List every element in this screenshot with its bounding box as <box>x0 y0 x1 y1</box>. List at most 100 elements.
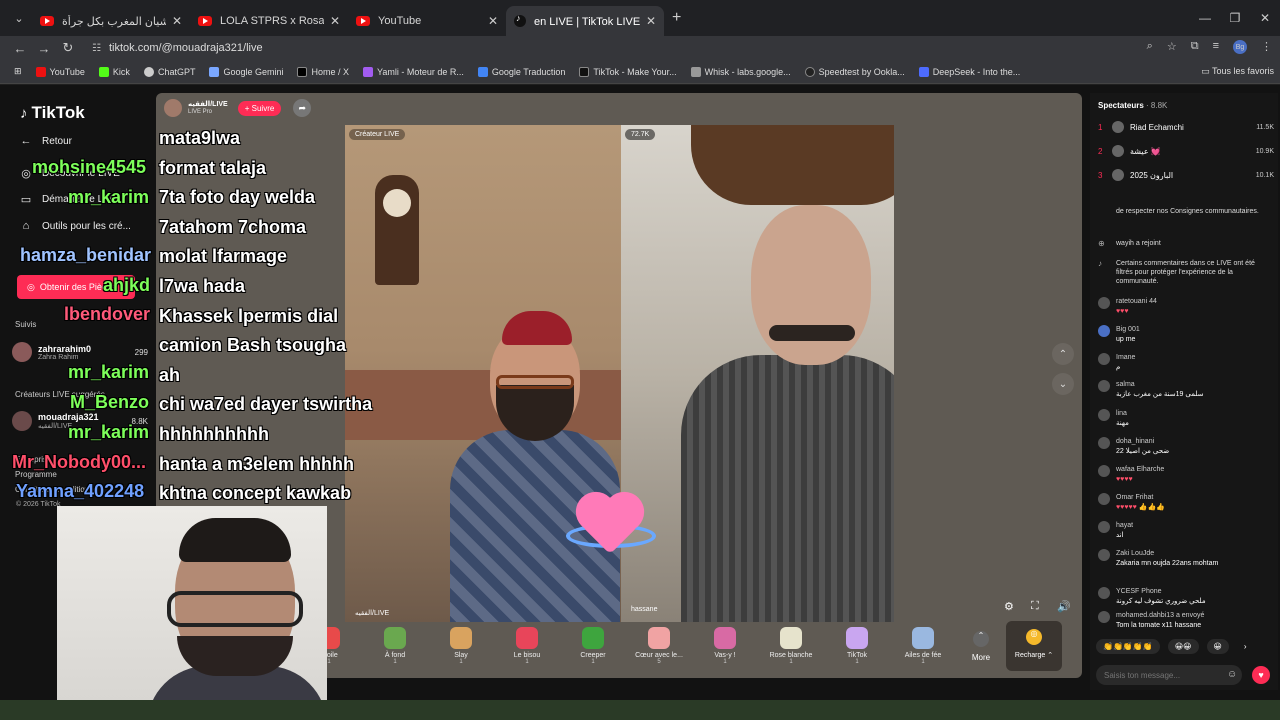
minimize-icon[interactable]: — <box>1190 11 1220 25</box>
previous-live-button[interactable]: ⌃ <box>1052 343 1074 365</box>
gift-item[interactable]: À fond 1 <box>362 627 428 665</box>
apps-icon[interactable]: ⊞ <box>14 66 22 77</box>
close-tab-icon[interactable]: ✕ <box>172 14 182 28</box>
wall-clock <box>375 175 419 285</box>
menu-icon[interactable]: ⋮ <box>1261 40 1272 54</box>
rank-number: 1 <box>1098 122 1103 132</box>
gift-item[interactable]: Le bisou 1 <box>494 627 560 665</box>
browser-tab-2[interactable]: LOLA STPRS x Rosalia BAGDAD ✕ <box>190 6 348 36</box>
gift-price: 1 <box>723 659 727 665</box>
arrow-left-icon: ← <box>20 135 32 147</box>
gift-item[interactable]: Rose blanche 1 <box>758 627 824 665</box>
chat-user: mohamed.dahbi13 <box>1116 612 1174 619</box>
bookmark-translate[interactable]: Google Traduction <box>477 66 565 77</box>
host-avatar[interactable] <box>164 99 182 117</box>
site-info-icon[interactable]: ☷ <box>92 43 101 54</box>
overlay-username: M_Benzo <box>70 392 150 412</box>
viewer-count: 299 <box>134 347 148 357</box>
tab-search-icon[interactable]: ⌄ <box>6 5 32 31</box>
volume-icon[interactable]: 🔊 <box>1057 600 1071 613</box>
reload-icon[interactable]: ↻ <box>56 40 80 56</box>
bookmark-whisk[interactable]: Whisk - labs.google... <box>690 66 791 77</box>
close-tab-icon[interactable]: ✕ <box>488 14 498 28</box>
bookmark-x[interactable]: Home / X <box>297 66 349 77</box>
browser-tab-3[interactable]: YouTube ✕ <box>348 6 506 36</box>
overlay-username: mr_karim <box>68 422 150 442</box>
browser-tab-1[interactable]: كيم كارديشيان المغرب بكل جرأة... ✕ <box>32 6 190 36</box>
forward-icon[interactable]: → <box>32 41 56 56</box>
chevron-right-icon[interactable]: › <box>1237 639 1254 654</box>
ranking-row[interactable]: 2 عيشة 💓 10.9K <box>1098 145 1274 157</box>
profile-avatar[interactable]: Bg <box>1233 40 1247 54</box>
rank-number: 3 <box>1098 170 1103 180</box>
new-tab-button[interactable]: + <box>672 9 681 27</box>
spectators-header[interactable]: Spectateurs · 8.8K <box>1098 101 1167 110</box>
browser-window: ⌄ كيم كارديشيان المغرب بكل جرأة... ✕ LOL… <box>0 0 1280 703</box>
fullscreen-icon[interactable]: ⛶ <box>1031 600 1039 613</box>
restore-icon[interactable]: ❐ <box>1220 11 1250 25</box>
bookmark-label: Home / X <box>311 66 349 77</box>
gift-price: 1 <box>855 659 859 665</box>
follow-button[interactable]: + Suivre <box>237 100 282 116</box>
close-tab-icon[interactable]: ✕ <box>330 14 340 28</box>
quick-replies: 👏👏👏👏👏 😀😀 😀 › <box>1096 639 1254 654</box>
quick-reply[interactable]: 👏👏👏👏👏 <box>1096 639 1160 654</box>
overlay-chat-line: ah <box>159 364 181 385</box>
nav-creator-tools[interactable]: ⌂ Outils pour les cré... <box>20 220 131 232</box>
viewer-count-badge: 72.7K <box>625 129 656 140</box>
gift-item[interactable]: TikTok 1 <box>824 627 890 665</box>
gift-item[interactable]: Cœur avec le... 5 <box>626 627 692 665</box>
all-bookmarks[interactable]: ▭ Tous les favoris <box>1201 66 1274 77</box>
more-gifts-button[interactable]: ⌃ More <box>956 630 1006 662</box>
chat-user: hayat <box>1116 522 1134 529</box>
live-video[interactable]: Créateur LIVE الفقيه/LIVE 72.7K hassane <box>345 125 894 622</box>
extensions-icon[interactable]: ⧉ <box>1191 40 1199 54</box>
joined-user: wayih <box>1116 240 1134 247</box>
heart-icon[interactable]: ♥ <box>1252 666 1270 684</box>
bookmark-speedtest[interactable]: Speedtest by Ookla... <box>804 66 905 77</box>
bookmark-kick[interactable]: Kick <box>98 66 130 77</box>
quick-reply[interactable]: 😀😀 <box>1167 639 1199 654</box>
bookmark-gemini[interactable]: Google Gemini <box>209 66 283 77</box>
following-user[interactable]: zahrarahim0 Zahra Rahim 299 <box>12 342 152 362</box>
copyright: © 2026 TikTok <box>16 501 61 508</box>
back-icon[interactable]: ← <box>8 41 32 56</box>
bookmark-label: Whisk - labs.google... <box>704 66 791 77</box>
quick-reply[interactable]: 😀 <box>1206 639 1229 654</box>
browser-tab-4[interactable]: en LIVE | TikTok LIVE/الفقيه ✕ <box>506 6 664 36</box>
chat-input[interactable] <box>1096 665 1242 685</box>
address-bar[interactable]: ☷ tiktok.com/@mouadraja321/live <box>92 42 263 54</box>
bookmark-youtube[interactable]: YouTube <box>35 66 85 77</box>
join-icon: ⊕ <box>1098 239 1105 248</box>
ranking-row[interactable]: 3 البارون 2025 10.1K <box>1098 169 1274 181</box>
avatar <box>1112 145 1124 157</box>
next-live-button[interactable]: ⌄ <box>1052 373 1074 395</box>
tiktok-logo[interactable]: ♪ TikTok <box>20 103 85 123</box>
chat-text: ♥♥♥♥ <box>1116 476 1133 483</box>
notice-text: de respecter nos Consignes communautaire… <box>1116 208 1259 215</box>
gift-price: 5 <box>657 659 661 665</box>
close-window-icon[interactable]: ✕ <box>1250 11 1280 25</box>
bookmark-chatgpt[interactable]: ChatGPT <box>143 66 195 77</box>
emoji-icon[interactable]: ☺ <box>1227 669 1237 680</box>
user-name: zahrarahim0 <box>38 343 92 354</box>
bookmark-yamli[interactable]: Yamli - Moteur de R... <box>363 66 464 77</box>
gift-item[interactable]: Ailes de fée 1 <box>890 627 956 665</box>
share-icon[interactable]: ➦ <box>293 99 312 117</box>
media-icon[interactable]: ≡ <box>1213 40 1219 54</box>
chat-user: ratetouani 44 <box>1116 298 1157 305</box>
back-link[interactable]: ← Retour <box>20 135 73 147</box>
bookmark-star-icon[interactable]: ☆ <box>1167 40 1177 54</box>
zoom-icon[interactable]: ⌕ <box>1147 40 1153 54</box>
guest-name-label: hassane <box>631 606 658 613</box>
gift-item[interactable]: Creeper 1 <box>560 627 626 665</box>
back-label: Retour <box>42 135 73 147</box>
bookmark-deepseek[interactable]: DeepSeek - Into the... <box>918 66 1020 77</box>
gift-item[interactable]: Slay 1 <box>428 627 494 665</box>
settings-icon[interactable]: ⚙ <box>1004 600 1014 613</box>
recharge-button[interactable]: ◎ Recharge ⌃ <box>1006 621 1062 671</box>
gift-item[interactable]: Vas-y ! 1 <box>692 627 758 665</box>
bookmark-tiktok[interactable]: TikTok - Make Your... <box>579 66 677 77</box>
ranking-row[interactable]: 1 Riad Echamchi 11.5K <box>1098 121 1274 133</box>
close-tab-icon[interactable]: ✕ <box>646 14 656 28</box>
